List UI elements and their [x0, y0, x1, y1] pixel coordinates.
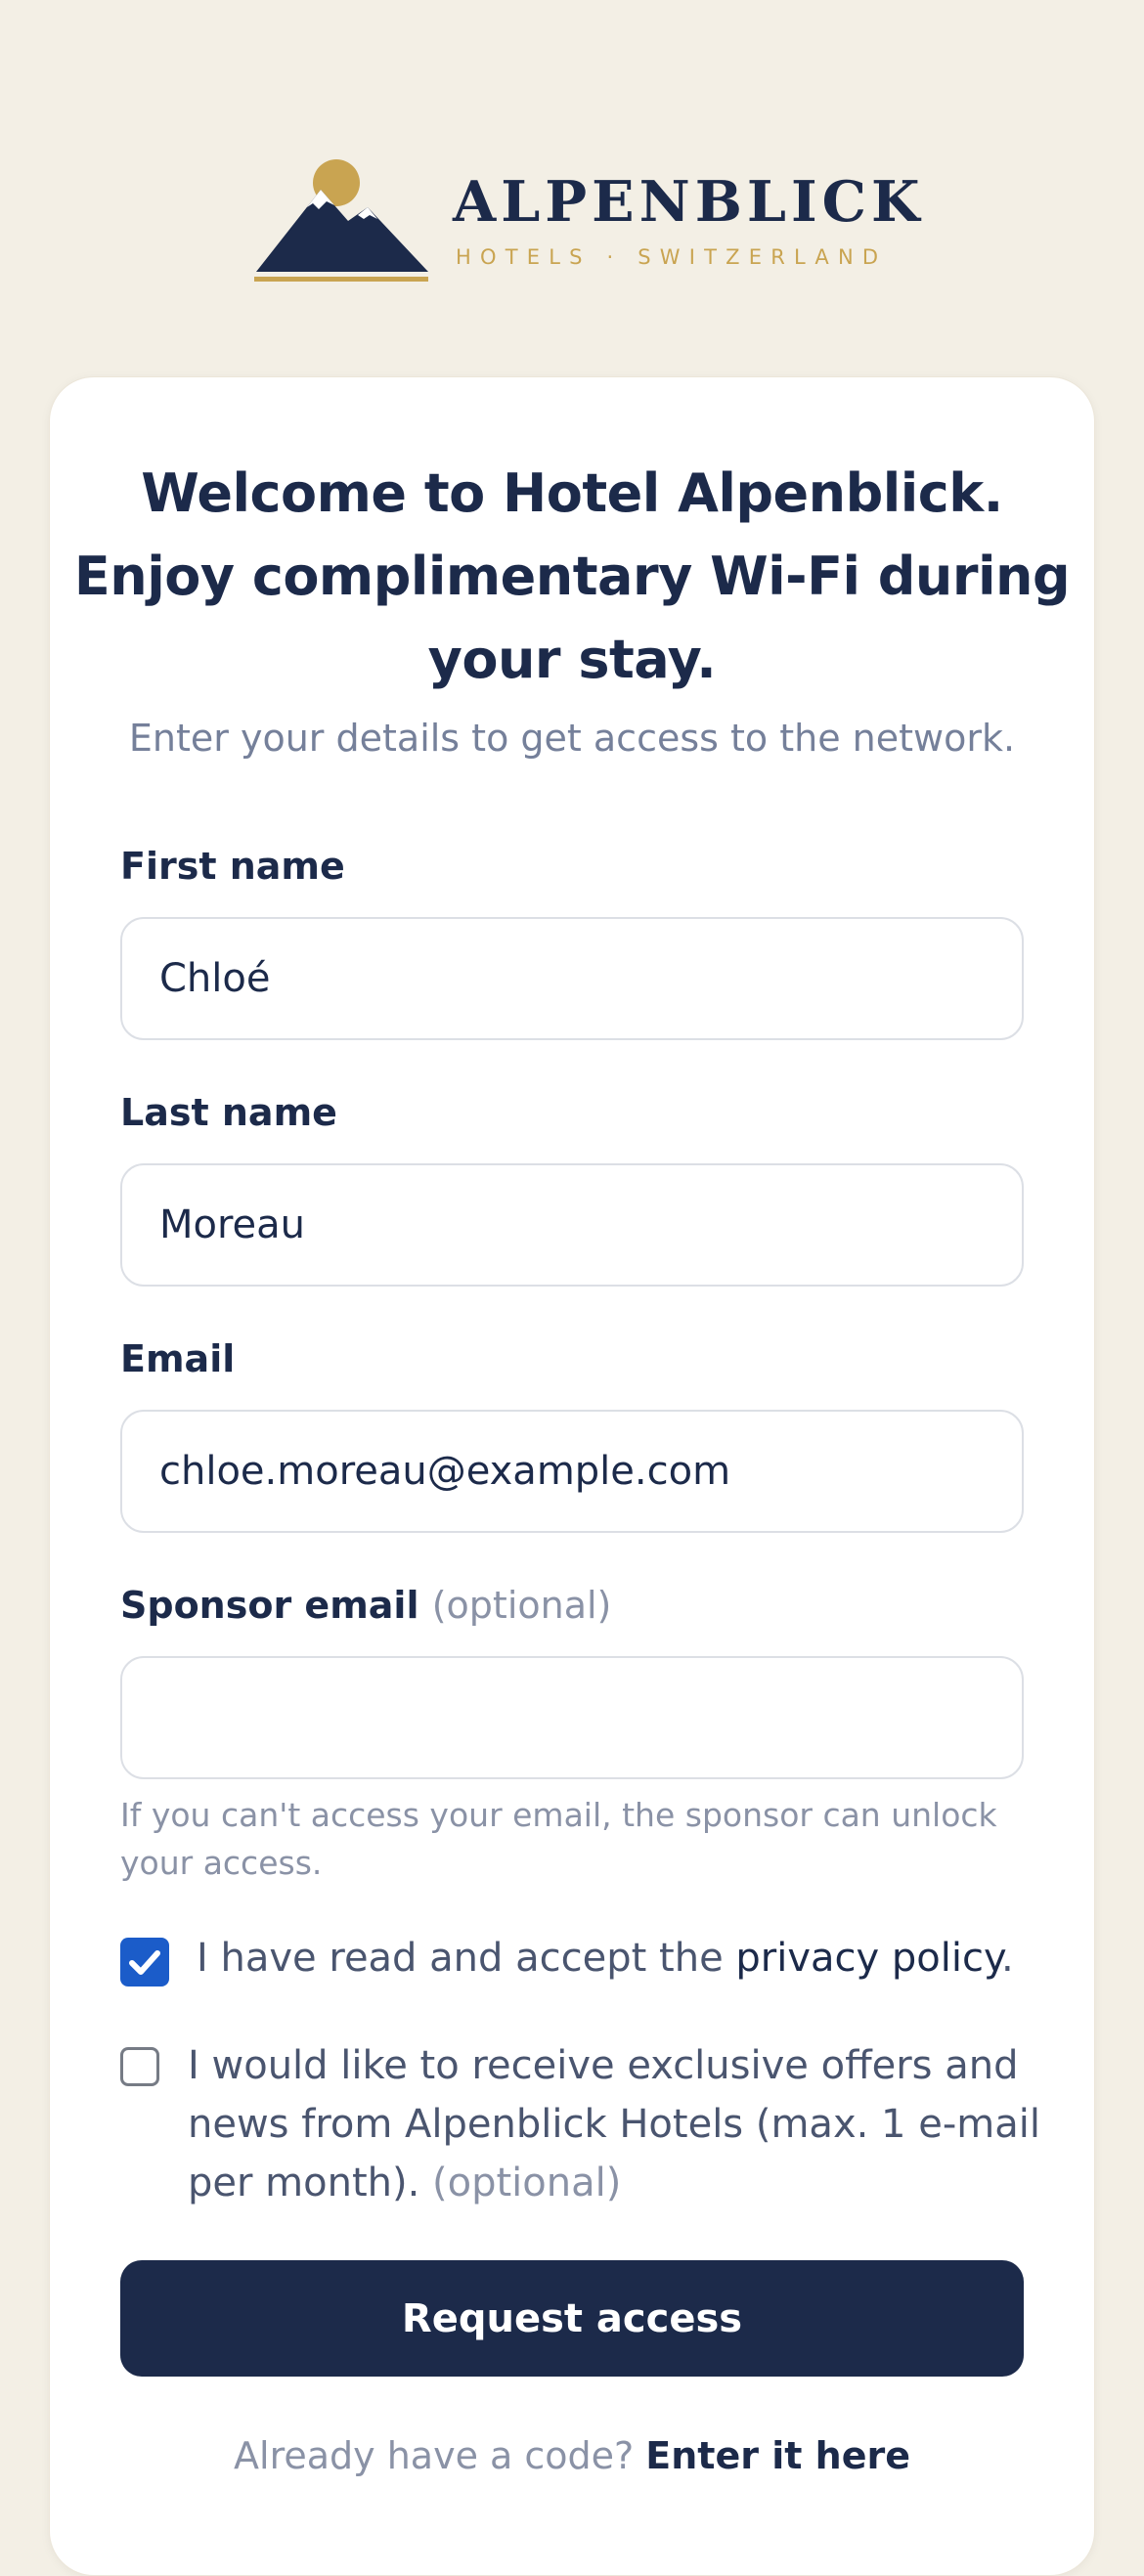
- newsletter-checkbox[interactable]: [120, 2047, 159, 2086]
- sponsor-email-field[interactable]: [120, 1656, 1024, 1779]
- newsletter-optional-note: (optional): [432, 2161, 622, 2205]
- privacy-consent-period: .: [1000, 1936, 1014, 1981]
- privacy-policy-consent: I have read and accept the privacy polic…: [197, 1936, 1014, 1981]
- welcome-heading-line-2: Enjoy complimentary Wi-Fi during: [73, 546, 1071, 607]
- welcome-heading-line-1: Welcome to Hotel Alpenblick.: [141, 462, 1003, 524]
- email-label: Email: [120, 1337, 236, 1380]
- privacy-policy-link[interactable]: privacy policy: [735, 1936, 1001, 1981]
- last-name-field[interactable]: [120, 1163, 1024, 1287]
- welcome-heading: Welcome to Hotel Alpenblick. Enjoy compl…: [0, 452, 1144, 701]
- enter-code-link[interactable]: Enter it here: [645, 2434, 910, 2477]
- privacy-consent-text: I have read and accept the: [197, 1936, 736, 1981]
- email-field[interactable]: [120, 1410, 1024, 1533]
- mountain-sun-logo-icon: [254, 159, 428, 282]
- request-access-button[interactable]: Request access: [120, 2260, 1024, 2377]
- first-name-label: First name: [120, 845, 345, 888]
- sponsor-email-optional-note: (optional): [431, 1584, 612, 1627]
- sponsor-email-help-text: If you can't access your email, the spon…: [120, 1796, 997, 1882]
- enter-code-prompt: Already have a code? Enter it here: [0, 2434, 1144, 2477]
- enter-code-prompt-text: Already have a code?: [234, 2434, 635, 2477]
- first-name-field[interactable]: [120, 917, 1024, 1040]
- sponsor-email-label-text: Sponsor email: [120, 1584, 419, 1627]
- brand-name: ALPENBLICK: [453, 169, 925, 235]
- last-name-label: Last name: [120, 1091, 337, 1134]
- privacy-policy-checkbox[interactable]: [120, 1938, 169, 1987]
- brand-tagline: HOTELS · SWITZERLAND: [456, 245, 888, 269]
- sponsor-email-label: Sponsor email (optional): [120, 1584, 611, 1627]
- welcome-heading-line-3: your stay.: [427, 629, 717, 690]
- welcome-subtitle: Enter your details to get access to the …: [128, 717, 1016, 760]
- hotel-logo: ALPENBLICK HOTELS · SWITZERLAND: [254, 156, 920, 284]
- checkmark-icon: [129, 1950, 160, 1975]
- newsletter-consent: I would like to receive exclusive offers…: [188, 2036, 1048, 2212]
